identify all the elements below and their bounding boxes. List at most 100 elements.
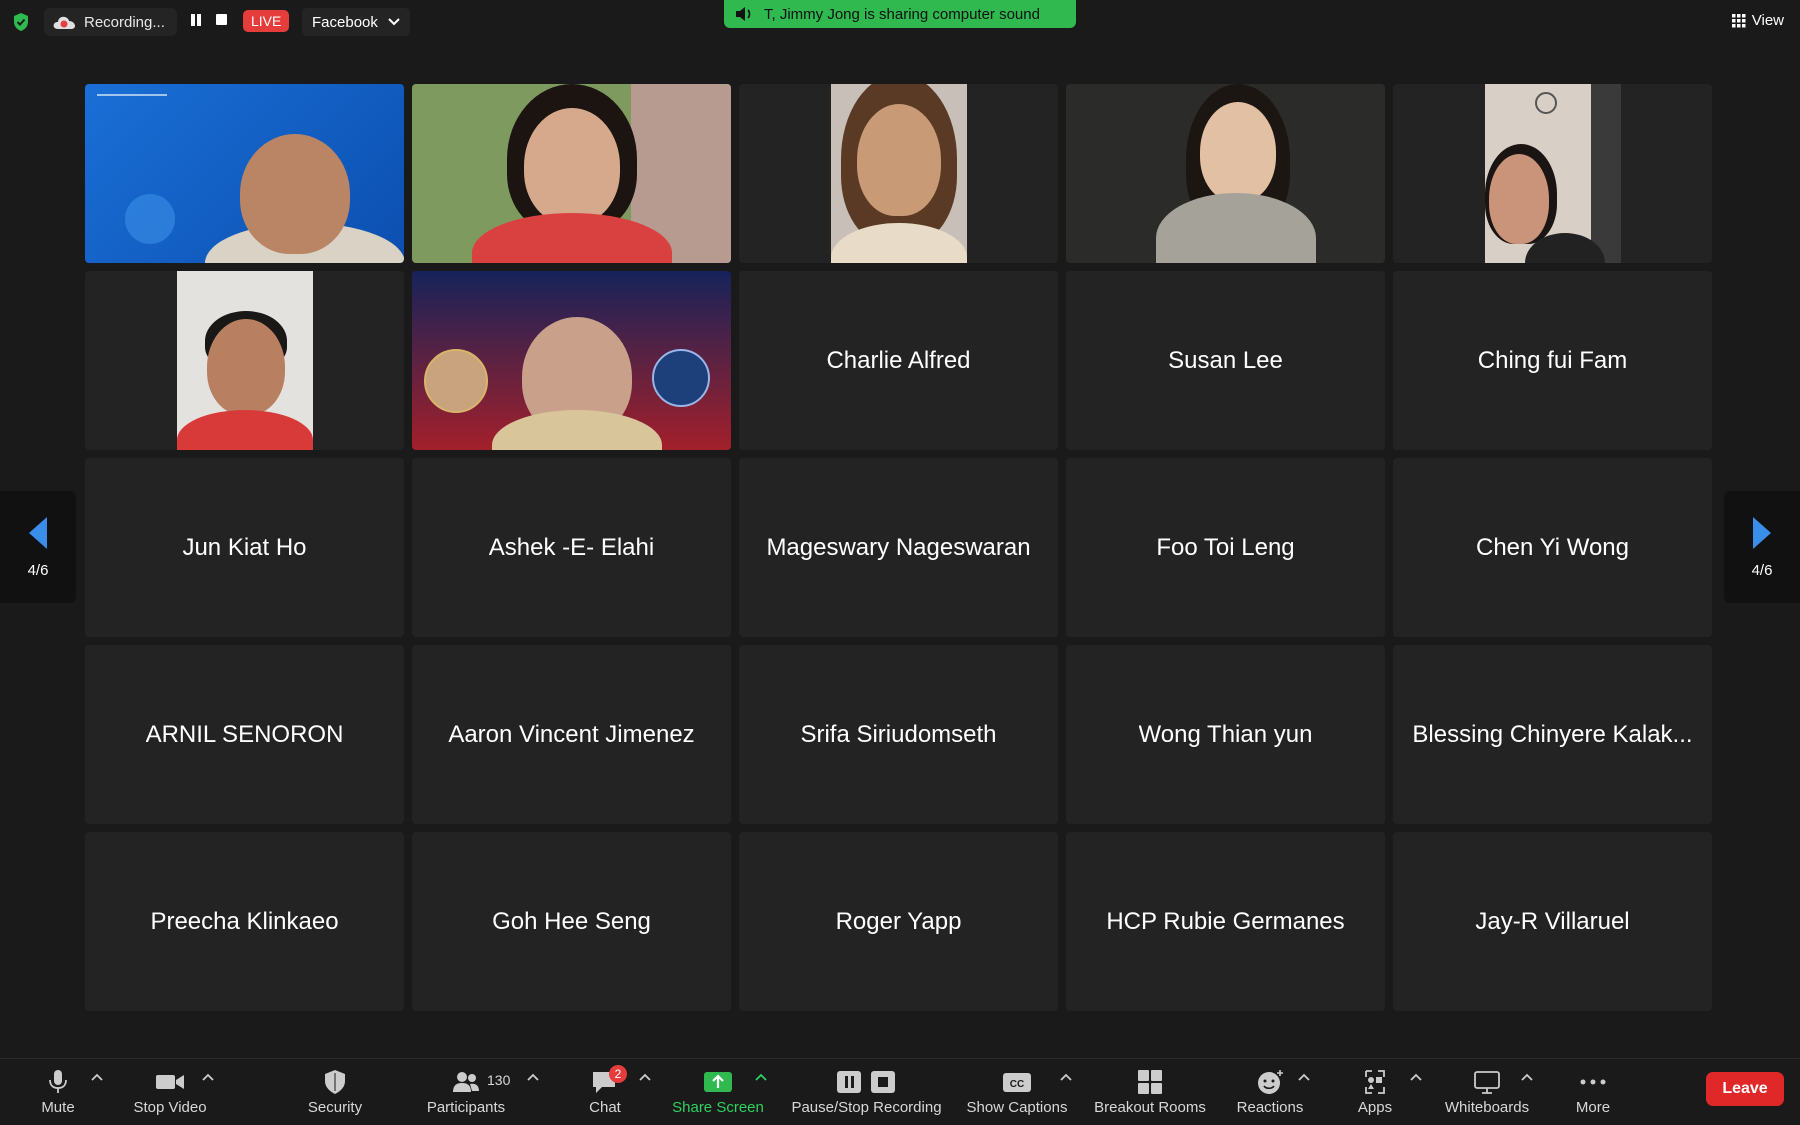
breakout-rooms-label: Breakout Rooms <box>1094 1099 1206 1116</box>
leave-button[interactable]: Leave <box>1706 1072 1784 1106</box>
participant-name: Chen Yi Wong <box>1476 533 1629 561</box>
participant-name: Ashek -E- Elahi <box>488 533 655 561</box>
grid-icon <box>1731 13 1746 27</box>
video-tile[interactable] <box>1066 84 1385 263</box>
chevron-up-icon[interactable] <box>639 1073 651 1081</box>
stop-recording-icon[interactable] <box>216 14 227 25</box>
pause-stop-recording-button[interactable]: Pause/Stop Recording <box>784 1059 949 1125</box>
video-feed <box>412 84 731 263</box>
arrow-right-icon <box>1753 516 1771 549</box>
participant-tile[interactable]: Preecha Klinkaeo <box>85 832 404 1011</box>
share-screen-icon <box>704 1072 732 1092</box>
video-feed <box>85 84 404 263</box>
video-feed <box>177 271 313 450</box>
participant-tile[interactable]: Mageswary Nageswaran <box>739 458 1058 637</box>
shield-icon <box>325 1070 345 1094</box>
participant-name: Jun Kiat Ho <box>182 533 307 561</box>
chevron-up-icon[interactable] <box>202 1073 214 1081</box>
security-button[interactable]: Security <box>290 1059 380 1125</box>
cloud-recording-icon <box>53 16 75 29</box>
participants-label: Participants <box>426 1099 506 1116</box>
page-indicator: 4/6 <box>27 561 49 579</box>
video-camera-icon <box>156 1075 184 1089</box>
show-captions-label: Show Captions <box>966 1099 1068 1116</box>
participant-tile[interactable]: Jun Kiat Ho <box>85 458 404 637</box>
mute-label: Mute <box>41 1099 75 1116</box>
view-button[interactable]: View <box>1731 12 1784 29</box>
pause-stop-icon <box>836 1071 895 1093</box>
participant-name: Wong Thian yun <box>1138 720 1313 748</box>
participant-tile[interactable]: Wong Thian yun <box>1066 645 1385 824</box>
apps-button[interactable]: Apps <box>1345 1059 1405 1125</box>
video-tile[interactable] <box>85 84 404 263</box>
participant-tile[interactable]: Ashek -E- Elahi <box>412 458 731 637</box>
speaker-icon <box>736 7 751 21</box>
closed-captions-icon: CC <box>1003 1073 1031 1092</box>
chevron-up-icon[interactable] <box>91 1073 103 1081</box>
reactions-button[interactable]: Reactions <box>1230 1059 1310 1125</box>
participant-name: ARNIL SENORON <box>145 720 344 748</box>
more-button[interactable]: More <box>1563 1059 1623 1125</box>
show-captions-button[interactable]: CC Show Captions <box>962 1059 1072 1125</box>
participant-tile[interactable]: Srifa Siriudomseth <box>739 645 1058 824</box>
breakout-rooms-icon <box>1138 1070 1162 1094</box>
participant-name: Charlie Alfred <box>826 346 971 374</box>
video-tile[interactable] <box>412 84 731 263</box>
mute-button[interactable]: Mute <box>28 1059 88 1125</box>
chevron-up-icon[interactable] <box>527 1073 539 1081</box>
chevron-up-icon[interactable] <box>755 1073 767 1081</box>
participant-tile[interactable]: Roger Yapp <box>739 832 1058 1011</box>
share-screen-button[interactable]: Share Screen <box>668 1059 768 1125</box>
participant-name: Srifa Siriudomseth <box>800 720 997 748</box>
video-feed <box>831 84 967 263</box>
next-page-button[interactable]: 4/6 <box>1724 491 1800 603</box>
participant-tile[interactable]: Aaron Vincent Jimenez <box>412 645 731 824</box>
participant-gallery: Charlie Alfred Susan Lee Ching fui Fam Jun … <box>85 84 1712 1011</box>
participant-tile[interactable]: Charlie Alfred <box>739 271 1058 450</box>
previous-page-button[interactable]: 4/6 <box>0 491 76 603</box>
stop-video-button[interactable]: Stop Video <box>120 1059 220 1125</box>
participant-name: HCP Rubie Germanes <box>1106 907 1345 935</box>
stream-target-dropdown[interactable]: Facebook <box>302 8 410 36</box>
whiteboards-button[interactable]: Whiteboards <box>1437 1059 1537 1125</box>
participant-tile[interactable]: Ching fui Fam <box>1393 271 1712 450</box>
more-label: More <box>1575 1099 1611 1116</box>
participant-tile[interactable]: Jay-R Villaruel <box>1393 832 1712 1011</box>
video-tile[interactable] <box>739 84 1058 263</box>
breakout-rooms-button[interactable]: Breakout Rooms <box>1090 1059 1210 1125</box>
whiteboard-icon <box>1474 1071 1500 1094</box>
participant-tile[interactable]: Blessing Chinyere Kalak... <box>1393 645 1712 824</box>
page-indicator: 4/6 <box>1751 561 1773 579</box>
pause-recording-icon[interactable] <box>190 14 202 26</box>
participant-tile[interactable]: Goh Hee Seng <box>412 832 731 1011</box>
chevron-up-icon[interactable] <box>1410 1073 1422 1081</box>
video-feed <box>1066 84 1385 263</box>
apps-icon <box>1365 1070 1385 1094</box>
video-tile[interactable] <box>1393 84 1712 263</box>
microphone-icon <box>49 1070 67 1093</box>
recording-indicator[interactable]: Recording... <box>44 8 177 36</box>
participant-name: Mageswary Nageswaran <box>766 533 1031 561</box>
participants-button[interactable]: Participants <box>416 1059 516 1125</box>
video-tile[interactable] <box>412 271 731 450</box>
reactions-label: Reactions <box>1236 1099 1304 1116</box>
stream-target-label: Facebook <box>312 13 378 31</box>
chevron-up-icon[interactable] <box>1298 1073 1310 1081</box>
participant-tile[interactable]: Foo Toi Leng <box>1066 458 1385 637</box>
more-dots-icon <box>1580 1079 1606 1085</box>
participant-name: Foo Toi Leng <box>1156 533 1295 561</box>
participant-tile[interactable]: ARNIL SENORON <box>85 645 404 824</box>
video-tile[interactable] <box>85 271 404 450</box>
participant-tile[interactable]: Susan Lee <box>1066 271 1385 450</box>
chevron-up-icon[interactable] <box>1521 1073 1533 1081</box>
participant-tile[interactable]: HCP Rubie Germanes <box>1066 832 1385 1011</box>
shield-check-icon[interactable] <box>12 12 30 32</box>
smiley-plus-icon <box>1258 1070 1283 1094</box>
participant-name: Jay-R Villaruel <box>1475 907 1630 935</box>
security-label: Security <box>307 1099 363 1116</box>
pause-stop-recording-label: Pause/Stop Recording <box>791 1099 942 1116</box>
whiteboards-label: Whiteboards <box>1444 1099 1530 1116</box>
participant-name: Ching fui Fam <box>1477 346 1628 374</box>
chevron-up-icon[interactable] <box>1060 1073 1072 1081</box>
participant-tile[interactable]: Chen Yi Wong <box>1393 458 1712 637</box>
